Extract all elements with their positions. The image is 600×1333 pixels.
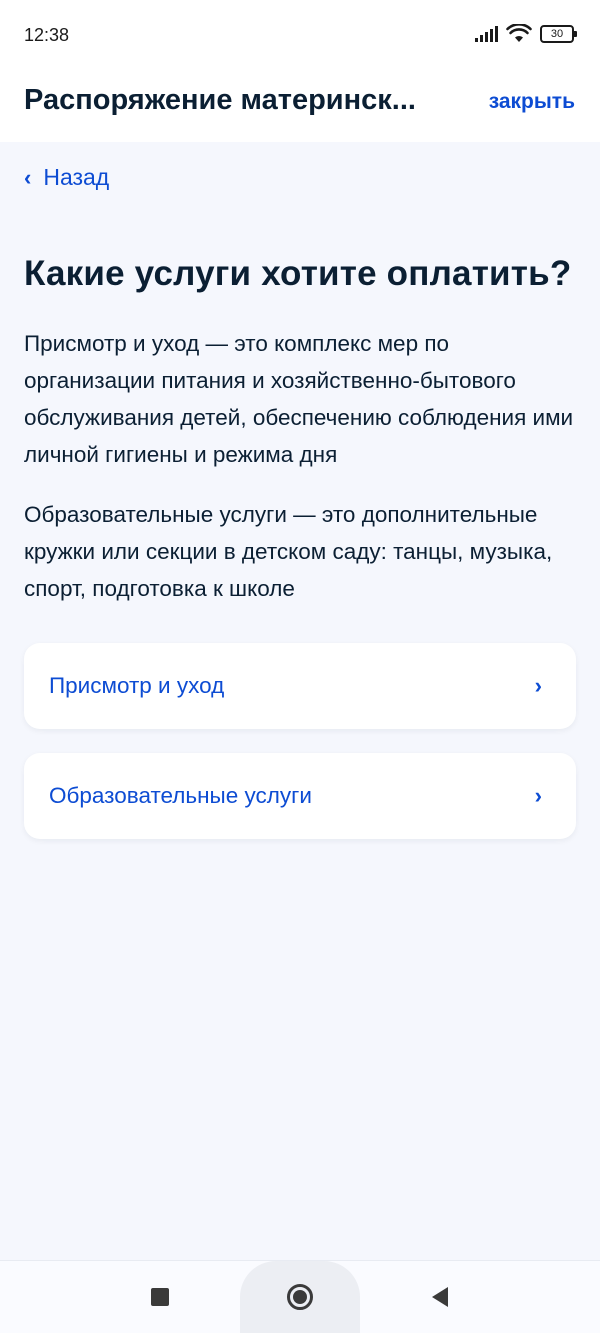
question-heading: Какие услуги хотите оплатить? (24, 254, 572, 293)
back-triangle-icon (432, 1287, 448, 1307)
option-education-label: Образовательные услуги (49, 783, 312, 808)
chevron-right-icon: › (534, 783, 542, 808)
app-header: Распоряжение материнск... закрыть (0, 70, 600, 142)
option-care-button[interactable]: Присмотр и уход › (24, 643, 576, 729)
option-education-button[interactable]: Образовательные услуги › (24, 753, 576, 839)
status-icons: 30 (475, 24, 577, 44)
system-nav-bar (0, 1260, 600, 1333)
signal-icon (475, 26, 498, 42)
recent-apps-button[interactable] (140, 1261, 180, 1333)
page-title: Распоряжение материнск... (24, 84, 416, 116)
description-care: Присмотр и уход — это комплекс мер по ор… (24, 331, 574, 467)
chevron-left-icon: ‹ (24, 164, 32, 190)
system-back-button[interactable] (420, 1261, 460, 1333)
close-button[interactable]: закрыть (489, 90, 575, 114)
wifi-icon (506, 24, 532, 42)
status-time: 12:38 (24, 25, 70, 45)
option-care-label: Присмотр и уход (49, 673, 225, 698)
description-education: Образовательные услуги — это дополнитель… (24, 502, 553, 601)
recent-apps-icon (151, 1288, 169, 1306)
home-icon (287, 1284, 313, 1310)
back-button[interactable]: ‹ Назад (24, 164, 109, 191)
chevron-right-icon: › (534, 673, 542, 698)
status-bar: 12:38 30 (0, 0, 600, 70)
battery-level: 30 (550, 28, 564, 40)
back-label: Назад (43, 164, 110, 190)
home-button[interactable] (240, 1261, 360, 1333)
battery-icon: 30 (540, 25, 577, 43)
